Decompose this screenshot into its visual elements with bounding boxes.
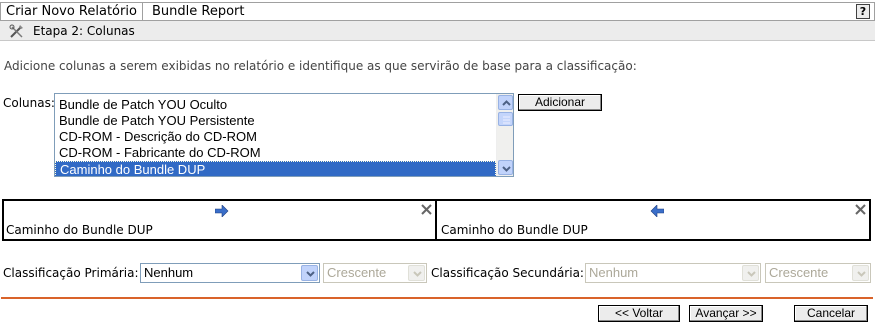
chevron-down-icon: [502, 166, 511, 172]
tab-criar-novo-relatorio[interactable]: Criar Novo Relatório: [1, 3, 143, 20]
secondary-sort-value: Nenhum: [589, 265, 639, 280]
help-button[interactable]: ?: [856, 4, 870, 19]
chevron-down-icon: [408, 265, 425, 281]
next-button[interactable]: Avançar >>: [689, 305, 763, 322]
scroll-up-button[interactable]: [498, 95, 513, 110]
sort-column-secondary[interactable]: Caminho do Bundle DUP: [439, 201, 869, 239]
chevron-down-icon: [742, 265, 759, 281]
chevron-down-icon: [852, 265, 869, 281]
tab-bundle-report[interactable]: Bundle Report: [152, 3, 245, 20]
secondary-order-value: Crescente: [769, 265, 829, 280]
primary-sort-value: Nenhum: [144, 265, 194, 280]
sort-columns-panel: Caminho do Bundle DUP Caminho do Bundle …: [2, 199, 871, 241]
primary-order-value: Crescente: [327, 265, 387, 280]
chevron-up-icon: [502, 100, 511, 106]
wrench-pen-icon: [9, 23, 25, 39]
primary-sort-select[interactable]: Nenhum: [140, 263, 320, 283]
list-item[interactable]: CD-ROM - Fabricante do CD-ROM: [55, 145, 496, 161]
footer-divider: [1, 297, 873, 299]
columns-listbox[interactable]: Bundle de Patch YOU Oculto Bundle de Pat…: [54, 93, 514, 177]
sort-column-label: Caminho do Bundle DUP: [441, 223, 588, 237]
title-bar: Criar Novo Relatório Bundle Report ?: [0, 2, 875, 21]
secondary-sort-select[interactable]: Nenhum: [585, 263, 761, 283]
scroll-thumb[interactable]: [498, 112, 513, 126]
step-title: Etapa 2: Colunas: [33, 24, 135, 38]
primary-order-select[interactable]: Crescente: [323, 263, 427, 283]
list-item[interactable]: Bundle de Patch YOU Oculto: [55, 97, 496, 113]
step-header: Etapa 2: Colunas: [0, 21, 875, 41]
arrow-right-icon[interactable]: [214, 204, 229, 218]
list-item[interactable]: Bundle de Patch YOU Persistente: [55, 113, 496, 129]
columns-label: Colunas:: [3, 96, 55, 110]
sort-column-primary[interactable]: Caminho do Bundle DUP: [4, 201, 437, 239]
chevron-down-icon[interactable]: [301, 265, 318, 281]
close-icon[interactable]: [420, 203, 433, 216]
sort-column-label: Caminho do Bundle DUP: [6, 223, 153, 237]
secondary-order-select[interactable]: Crescente: [765, 263, 871, 283]
list-item-selected[interactable]: Caminho do Bundle DUP: [55, 161, 496, 176]
add-column-button[interactable]: Adicionar: [518, 94, 602, 111]
scroll-down-button[interactable]: [498, 160, 513, 175]
cancel-button[interactable]: Cancelar: [794, 305, 868, 322]
secondary-sort-label: Classificação Secundária:: [431, 266, 584, 280]
close-icon[interactable]: [854, 203, 867, 216]
arrow-left-icon[interactable]: [650, 204, 665, 218]
primary-sort-label: Classificação Primária:: [3, 266, 139, 280]
grip-icon: [503, 116, 510, 124]
listbox-scrollbar[interactable]: [496, 94, 513, 176]
sorting-options: Classificação Primária: Nenhum Crescente…: [0, 262, 875, 284]
back-button[interactable]: << Voltar: [598, 305, 680, 322]
instructions-text: Adicione colunas a serem exibidas no rel…: [4, 59, 637, 73]
list-item[interactable]: CD-ROM - Descrição do CD-ROM: [55, 129, 496, 145]
